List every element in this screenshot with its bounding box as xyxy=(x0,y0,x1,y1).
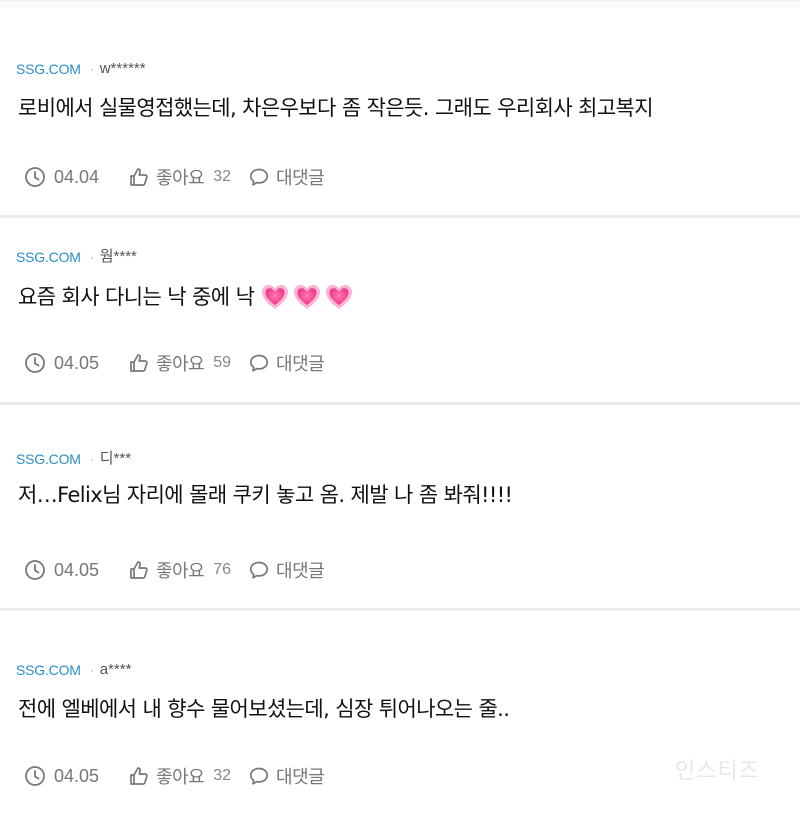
comment-date: 04.05 xyxy=(54,559,100,580)
comment-meta: SSG.COM · 디*** xyxy=(16,450,131,468)
watermark-logo: 인스티즈 xyxy=(675,759,760,784)
like-button[interactable]: 좋아요 76 xyxy=(128,557,231,583)
speech-bubble-icon xyxy=(248,352,270,374)
comment-author[interactable]: 웜**** xyxy=(100,248,137,266)
comment-meta: SSG.COM · w****** xyxy=(16,60,146,78)
reply-label: 대댓글 xyxy=(276,168,325,188)
comment-author[interactable]: 디*** xyxy=(100,450,131,468)
clock-icon xyxy=(24,352,46,374)
like-button[interactable]: 좋아요 32 xyxy=(128,763,231,789)
meta-separator: · xyxy=(89,62,94,76)
comment-text: 저…Felix님 자리에 몰래 쿠키 놓고 옴. 제발 나 좀 봐줘!!!! xyxy=(18,480,513,510)
comment-text-content: 전에 엘베에서 내 향수 물어보셨는데, 심장 튀어나오는 줄.. xyxy=(18,697,510,721)
like-count: 59 xyxy=(213,354,232,371)
comment-text-content: 로비에서 실물영접했는데, 차은우보다 좀 작은듯. 그래도 우리회사 최고복지 xyxy=(18,96,654,120)
clock-icon xyxy=(24,765,46,787)
meta-separator: · xyxy=(89,452,94,466)
reply-label: 대댓글 xyxy=(276,354,325,374)
date-group: 04.05 xyxy=(24,352,99,374)
comment-date: 04.05 xyxy=(54,765,100,786)
reply-button[interactable]: 대댓글 xyxy=(248,350,325,376)
top-divider xyxy=(0,0,800,8)
comment-text: 로비에서 실물영접했는데, 차은우보다 좀 작은듯. 그래도 우리회사 최고복지 xyxy=(18,93,654,123)
date-group: 04.05 xyxy=(24,765,99,787)
comment-actions: 04.05 좋아요 32 대댓글 xyxy=(24,763,325,789)
thumbs-up-icon xyxy=(128,166,150,188)
speech-bubble-icon xyxy=(248,765,270,787)
comment-actions: 04.05 좋아요 59 대댓글 xyxy=(24,350,325,376)
comment-author[interactable]: w****** xyxy=(100,60,146,78)
reply-button[interactable]: 대댓글 xyxy=(248,164,325,190)
like-label: 좋아요 xyxy=(156,168,205,188)
heart-emoji-group xyxy=(260,283,354,311)
pink-heart-icon xyxy=(260,283,290,311)
comment-actions: 04.05 좋아요 76 대댓글 xyxy=(24,557,325,583)
reply-button[interactable]: 대댓글 xyxy=(248,763,325,789)
pink-heart-icon xyxy=(324,283,354,311)
comment-source[interactable]: SSG.COM xyxy=(16,661,81,679)
reply-label: 대댓글 xyxy=(276,767,325,787)
comment-date: 04.04 xyxy=(54,166,100,187)
reply-button[interactable]: 대댓글 xyxy=(248,557,325,583)
comment-text: 요즘 회사 다니는 낙 중에 낙 xyxy=(18,282,354,312)
pink-heart-icon xyxy=(292,283,322,311)
like-button[interactable]: 좋아요 32 xyxy=(128,164,231,190)
like-label: 좋아요 xyxy=(156,767,205,787)
comment-author[interactable]: a**** xyxy=(100,661,132,679)
speech-bubble-icon xyxy=(248,166,270,188)
comment-source[interactable]: SSG.COM xyxy=(16,248,81,266)
like-label: 좋아요 xyxy=(156,561,205,581)
comment-list-page: SSG.COM · w****** 로비에서 실물영접했는데, 차은우보다 좀 … xyxy=(0,0,800,813)
comment-text-content: 요즘 회사 다니는 낙 중에 낙 xyxy=(18,285,255,309)
like-count: 32 xyxy=(213,168,232,185)
reply-label: 대댓글 xyxy=(276,561,325,581)
like-label: 좋아요 xyxy=(156,354,205,374)
comment-divider xyxy=(0,215,800,218)
meta-separator: · xyxy=(89,250,94,264)
comment-text-content: 저…Felix님 자리에 몰래 쿠키 놓고 옴. 제발 나 좀 봐줘!!!! xyxy=(18,483,513,507)
comment-meta: SSG.COM · 웜**** xyxy=(16,248,137,266)
comment-divider xyxy=(0,402,800,405)
comment-date: 04.05 xyxy=(54,352,100,373)
like-count: 32 xyxy=(213,767,232,784)
comment-meta: SSG.COM · a**** xyxy=(16,661,131,679)
date-group: 04.04 xyxy=(24,166,99,188)
like-count: 76 xyxy=(213,561,232,578)
thumbs-up-icon xyxy=(128,352,150,374)
like-button[interactable]: 좋아요 59 xyxy=(128,350,231,376)
comment-text: 전에 엘베에서 내 향수 물어보셨는데, 심장 튀어나오는 줄.. xyxy=(18,694,510,724)
comment-source[interactable]: SSG.COM xyxy=(16,60,81,78)
date-group: 04.05 xyxy=(24,559,99,581)
thumbs-up-icon xyxy=(128,559,150,581)
clock-icon xyxy=(24,166,46,188)
comment-actions: 04.04 좋아요 32 대댓글 xyxy=(24,164,325,190)
meta-separator: · xyxy=(89,663,94,677)
clock-icon xyxy=(24,559,46,581)
comment-divider xyxy=(0,608,800,611)
thumbs-up-icon xyxy=(128,765,150,787)
comment-source[interactable]: SSG.COM xyxy=(16,450,81,468)
speech-bubble-icon xyxy=(248,559,270,581)
